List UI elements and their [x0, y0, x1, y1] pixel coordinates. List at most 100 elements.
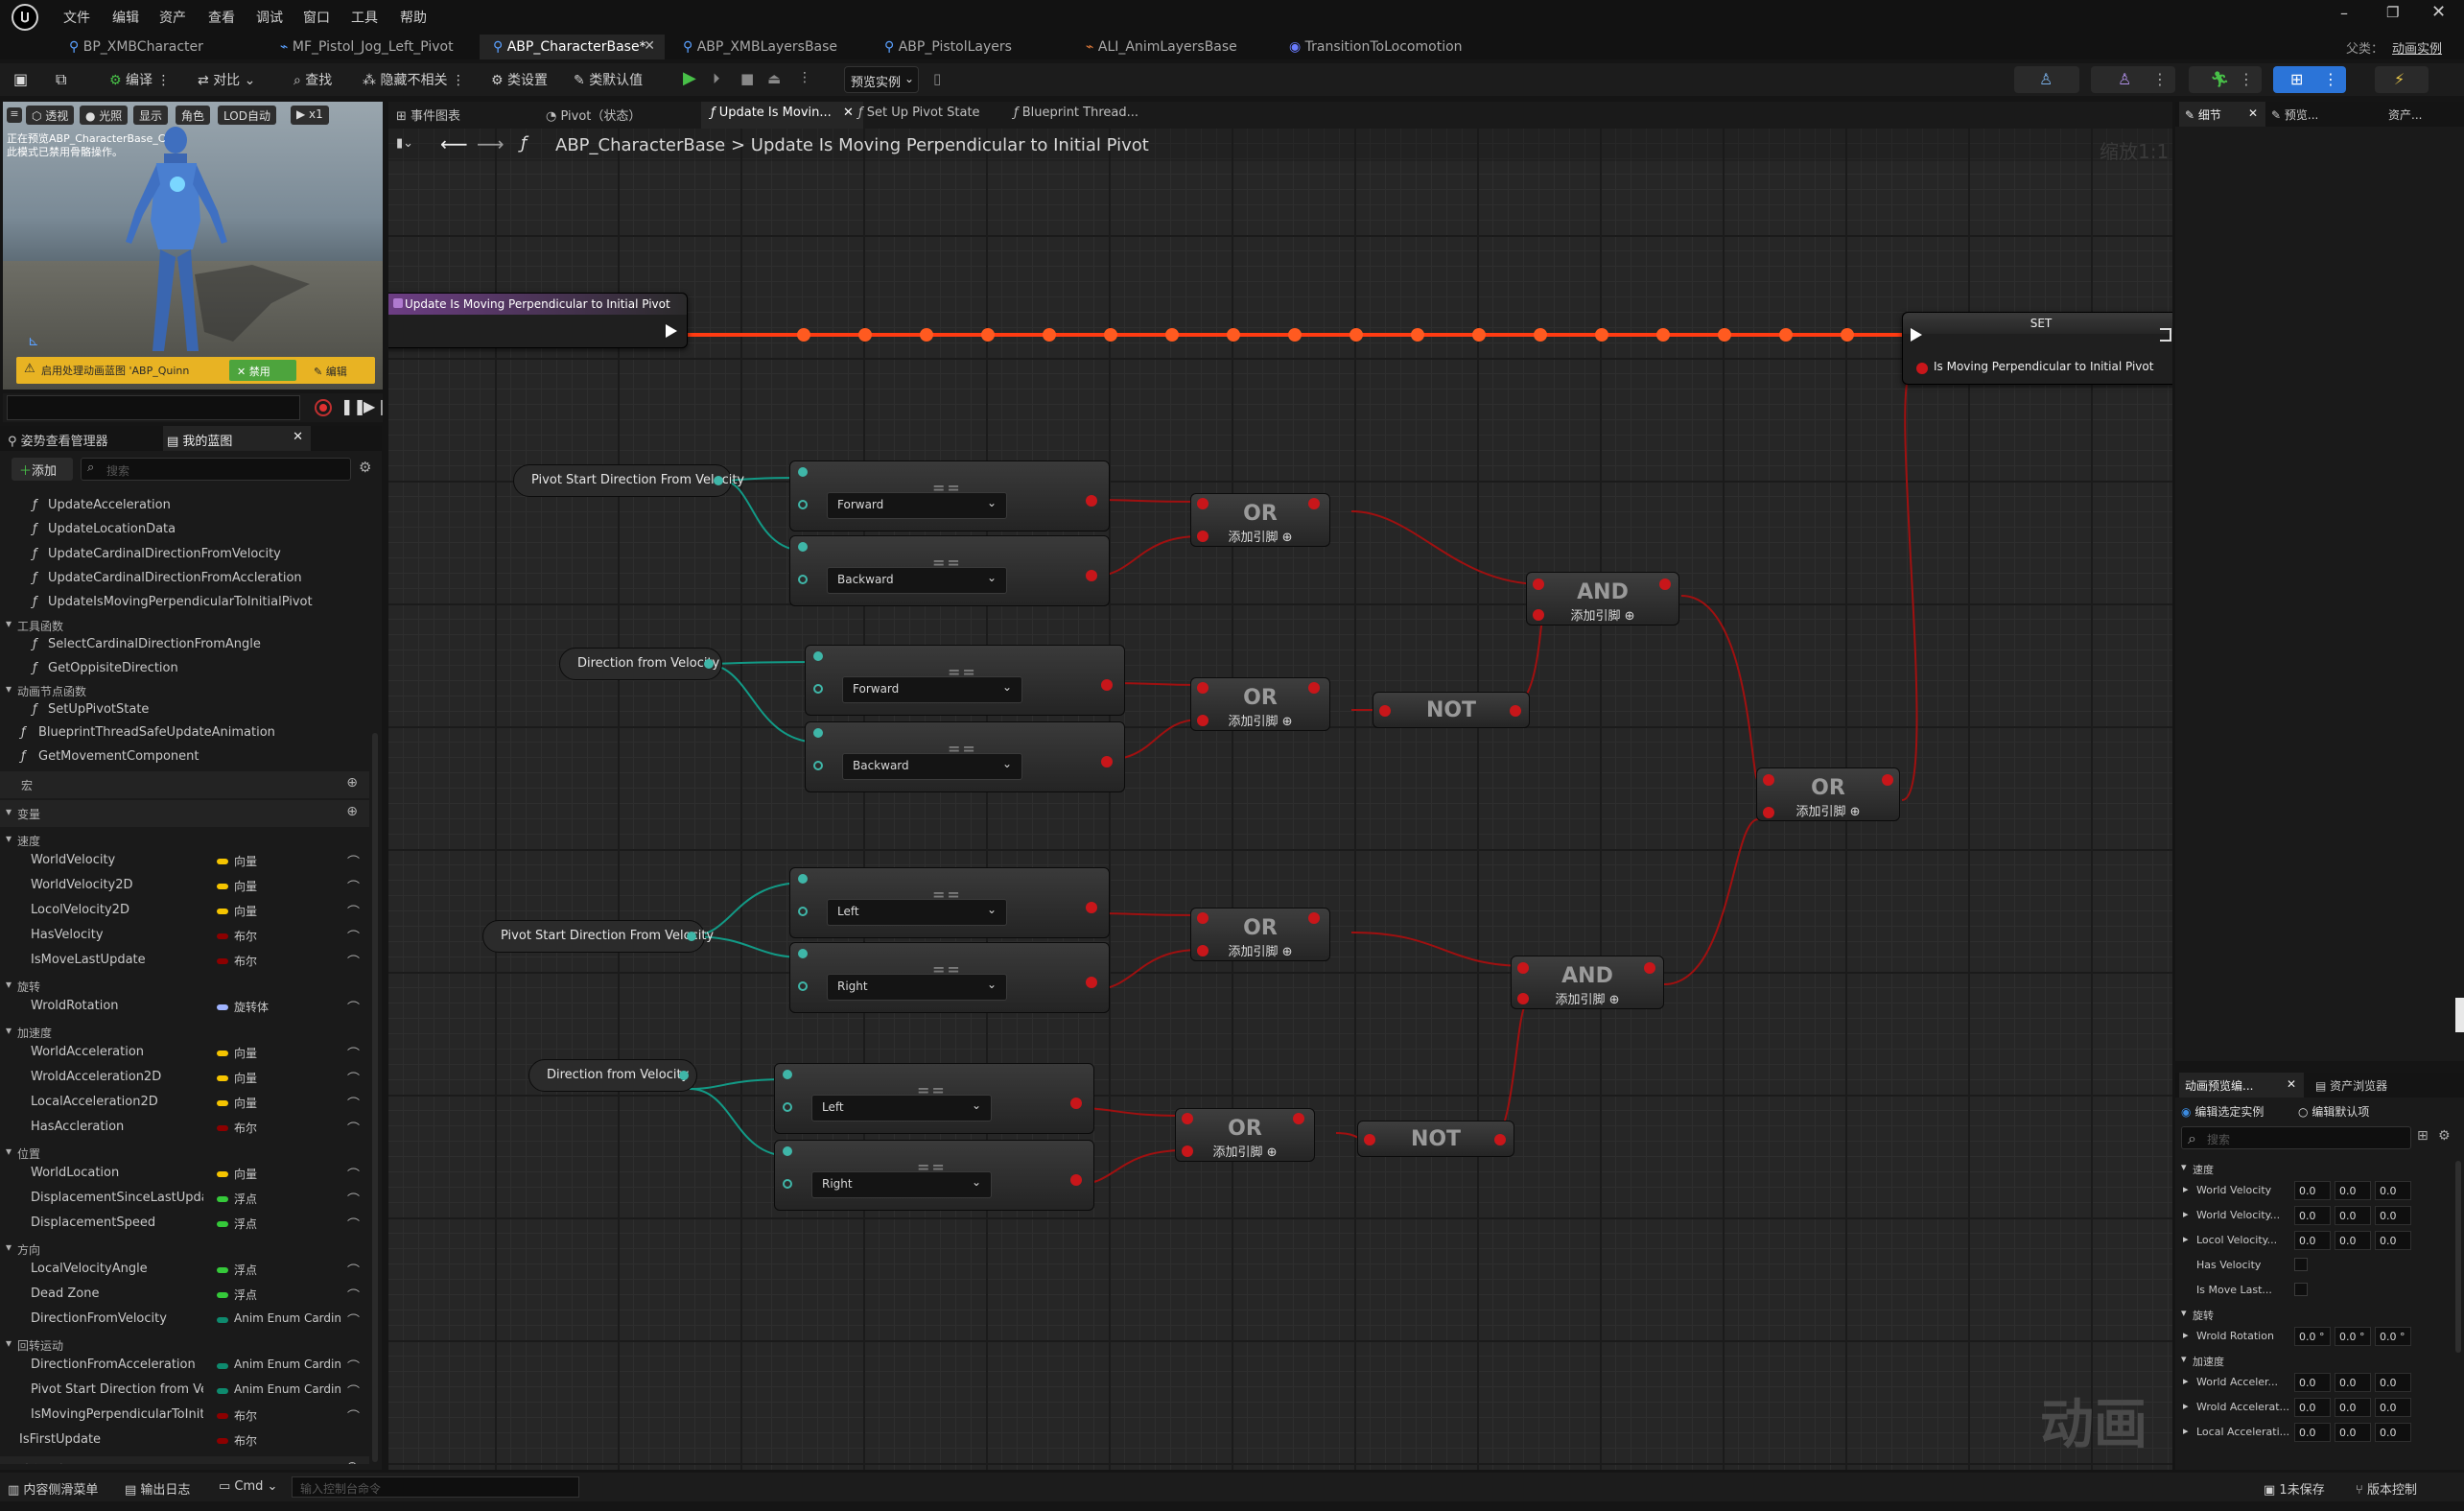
bool-out-pin[interactable] — [1070, 1098, 1082, 1109]
pause-icon[interactable]: ❚❚ — [340, 397, 366, 415]
tab-asset-browser[interactable]: ▤ 资产浏览器 — [2315, 1077, 2387, 1094]
add-button[interactable]: ＋添加 — [12, 458, 73, 481]
variable-item[interactable]: WorldVelocity2D 向量 ⌒ — [0, 875, 369, 898]
unsaved-button[interactable]: ▣ 1未保存 — [2264, 1479, 2325, 1498]
function-item[interactable]: ƒ UpdateLocationData — [0, 519, 369, 542]
visibility-eye-icon[interactable]: ⌒ — [347, 1381, 360, 1400]
diff-button[interactable]: ⇄ 对比 ⌄ — [198, 70, 255, 89]
bool-in-pin[interactable] — [1197, 945, 1209, 956]
not-node[interactable]: NOT — [1373, 692, 1530, 728]
property-category[interactable]: ▾ 速度 — [2175, 1157, 2453, 1178]
vector-y-field[interactable]: 0.0 — [2335, 1423, 2371, 1442]
chevron-right-icon[interactable]: ▸ — [2183, 1329, 2189, 1341]
menu-debug[interactable]: 调试 — [256, 8, 283, 27]
radio-edit-default[interactable]: ○ 编辑默认项 — [2298, 1103, 2369, 1120]
bool-out-pin[interactable] — [1293, 1113, 1304, 1124]
viewport-perspective-button[interactable]: ⬡ 透视 — [26, 106, 75, 125]
variable-item[interactable]: Dead Zone 浮点 ⌒ — [0, 1284, 369, 1307]
viewport-menu-icon[interactable]: ≡ — [7, 107, 22, 123]
tab-mf-pistol-jog[interactable]: ⌁ MF_Pistol_Jog_Left_Pivot — [280, 35, 472, 59]
menu-help[interactable]: 帮助 — [400, 8, 427, 27]
variable-item[interactable]: DisplacementSpeed 浮点 ⌒ — [0, 1213, 369, 1236]
recording-scrubber[interactable] — [7, 395, 300, 420]
enum-in-pin[interactable] — [813, 684, 823, 694]
variable-item[interactable]: DirectionFromVelocity Anim Enum Cardin ⌒ — [0, 1309, 369, 1332]
add-pin-button[interactable]: 添加引脚 ⊕ — [1176, 1142, 1314, 1160]
visibility-eye-icon[interactable]: ⌒ — [347, 1069, 360, 1087]
bool-out-pin[interactable] — [1882, 774, 1893, 786]
visibility-eye-icon[interactable]: ⌒ — [347, 877, 360, 895]
step-icon[interactable]: ⏵ — [713, 70, 720, 87]
vector-y-field[interactable]: 0.0 — [2335, 1231, 2371, 1250]
enum-in-pin[interactable] — [813, 728, 823, 738]
checkbox[interactable] — [2294, 1283, 2308, 1296]
enum-equal-node[interactable]: == Backward ⌄ — [789, 535, 1110, 606]
visibility-eye-icon[interactable]: ⌒ — [347, 952, 360, 970]
mode-skeleton-button[interactable]: ♙ — [2014, 66, 2079, 93]
section-macros[interactable]: 宏 ⊕ — [0, 771, 369, 798]
variable-item[interactable]: WorldLocation 向量 ⌒ — [0, 1163, 369, 1186]
visibility-eye-icon[interactable]: ⌒ — [347, 927, 360, 945]
viewport-lod-button[interactable]: LOD自动 — [218, 106, 276, 125]
variable-item[interactable]: HasVelocity 布尔 ⌒ — [0, 925, 369, 948]
more-icon[interactable]: ⋮ — [798, 70, 811, 85]
bool-out-pin[interactable] — [1086, 902, 1097, 913]
add-pin-button[interactable]: 添加引脚 ⊕ — [1512, 989, 1663, 1007]
property-category[interactable]: ▾ 加速度 — [2175, 1349, 2453, 1370]
viewport-speed-button[interactable]: ▶ x1 — [291, 106, 329, 125]
vector-x-field[interactable]: 0.0 — [2294, 1206, 2331, 1225]
enum-in-pin[interactable] — [798, 467, 808, 477]
enum-out-pin[interactable] — [714, 476, 723, 485]
bool-out-pin[interactable] — [1086, 570, 1097, 581]
variable-category[interactable]: ▾ 位置 — [0, 1142, 369, 1165]
visibility-eye-icon[interactable]: ⌒ — [347, 902, 360, 920]
viewport-lighting-button[interactable]: ● 光照 — [80, 106, 129, 125]
enum-out-pin[interactable] — [687, 932, 696, 941]
tab-bp-xmbcharacter[interactable]: ⚲ BP_XMBCharacter — [69, 35, 270, 59]
bool-in-pin[interactable] — [1763, 807, 1774, 818]
tab-event-graph[interactable]: ⊞ 事件图表 — [396, 106, 460, 124]
function-item[interactable]: ƒ UpdateCardinalDirectionFromAccleration — [0, 568, 369, 591]
bool-out-pin[interactable] — [1494, 1134, 1506, 1145]
bool-in-pin[interactable] — [1197, 498, 1209, 509]
tab-preview[interactable]: ✎ 预览... — [2271, 106, 2318, 123]
bool-out-pin[interactable] — [1101, 756, 1113, 767]
add-pin-button[interactable]: 添加引脚 ⊕ — [1191, 711, 1329, 729]
vector-z-field[interactable]: 0.0 — [2375, 1398, 2411, 1417]
close-window-icon[interactable]: ✕ — [2431, 2, 2446, 22]
tab-transition-to-locomotion[interactable]: ◉ TransitionToLocomotion — [1289, 35, 1500, 59]
chevron-right-icon[interactable]: ▸ — [2183, 1183, 2189, 1195]
visibility-eye-icon[interactable]: ⌒ — [347, 1215, 360, 1233]
enum-in-pin[interactable] — [798, 874, 808, 884]
enum-value-dropdown[interactable]: Left ⌄ — [811, 1095, 992, 1121]
bool-out-pin[interactable] — [1308, 498, 1320, 509]
variable-item[interactable]: LocalAcceleration2D 向量 ⌒ — [0, 1092, 369, 1115]
class-settings-button[interactable]: ⚙ 类设置 — [491, 70, 548, 89]
bool-in-pin[interactable] — [1364, 1134, 1375, 1145]
enum-value-dropdown[interactable]: Forward ⌄ — [842, 676, 1022, 703]
close-tab-icon[interactable]: ✕ — [2248, 106, 2258, 120]
variable-item[interactable]: LocalVelocityAngle 浮点 ⌒ — [0, 1259, 369, 1282]
output-log-button[interactable]: ▤ 输出日志 — [125, 1479, 190, 1498]
tab-update-is-moving[interactable]: ƒ Update Is Movin... ✕ — [701, 102, 863, 129]
bool-in-pin[interactable] — [1533, 609, 1544, 621]
enum-in-pin[interactable] — [783, 1146, 792, 1156]
exec-in-pin[interactable] — [1911, 328, 1922, 342]
enum-in-pin[interactable] — [798, 500, 808, 509]
exec-out-pin[interactable] — [2160, 328, 2171, 342]
variable-getter[interactable]: Direction from Velocity — [559, 648, 722, 680]
tab-pivot-state[interactable]: ◔ Pivot（状态） — [546, 106, 641, 124]
add-circle-icon[interactable]: ⊕ — [346, 804, 358, 819]
checkbox[interactable] — [2294, 1258, 2308, 1271]
bool-in-pin[interactable] — [1197, 531, 1209, 542]
mode-mesh-button[interactable]: ♙ ⋮ — [2091, 66, 2175, 93]
enum-in-pin[interactable] — [813, 761, 823, 770]
vector-x-field[interactable]: 0.0 — [2294, 1373, 2331, 1392]
enum-in-pin[interactable] — [783, 1102, 792, 1112]
viewport-show-button[interactable]: 显示 — [133, 106, 169, 125]
or-node[interactable]: OR 添加引脚 ⊕ — [1175, 1108, 1315, 1162]
function-item[interactable]: ƒ GetOppisiteDirection — [0, 658, 369, 681]
bool-in-pin[interactable] — [1517, 962, 1529, 974]
tab-assets[interactable]: 资产... — [2388, 106, 2422, 123]
hide-unrelated-button[interactable]: ⁂ 隐藏不相关 ⋮ — [363, 70, 465, 89]
